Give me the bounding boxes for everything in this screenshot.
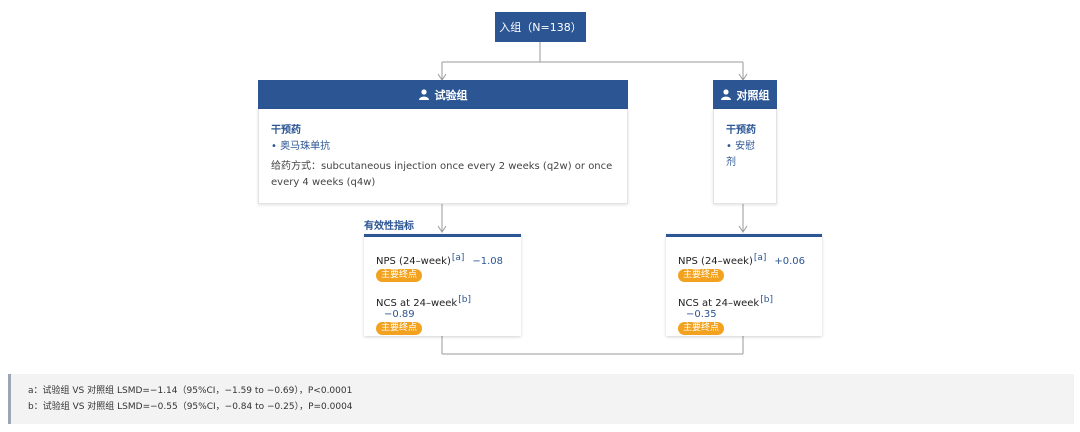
endpoint-ref: [a] — [451, 253, 465, 263]
endpoints-label: 有效性指标 — [364, 221, 414, 232]
footnote-b: b：试验组 VS 对照组 LSMD=−0.55（95%CI，−0.84 to −… — [28, 402, 353, 412]
connector-lines — [437, 42, 748, 355]
endpoint-ref: [a] — [753, 253, 767, 263]
endpoint-row: NPS (24–week)[a] +0.06 主要终点 — [678, 253, 810, 295]
endpoint-value: −0.89 — [384, 309, 415, 320]
endpoint-row: NCS at 24–week[b] −0.89 主要终点 — [376, 295, 509, 337]
primary-endpoint-badge: 主要终点 — [376, 322, 423, 335]
person-icon — [720, 89, 731, 100]
control-endpoints-box: NPS (24–week)[a] +0.06 主要终点 NCS at 24–wee… — [666, 234, 822, 336]
endpoint-ref: [b] — [458, 295, 471, 305]
endpoint-name: NCS at 24–week — [376, 298, 458, 309]
treatment-arm-header: 试验组 — [258, 80, 628, 109]
footnote-a: a：试验组 VS 对照组 LSMD=−1.14（95%CI，−1.59 to −… — [28, 386, 353, 396]
treatment-drug: • 奥马珠单抗 — [271, 141, 331, 152]
treatment-intervention-heading: 干预药 — [271, 125, 301, 136]
endpoint-name: NPS (24–week) — [376, 256, 451, 267]
primary-endpoint-badge: 主要终点 — [678, 269, 725, 282]
endpoint-row: NCS at 24–week[b] −0.35 主要终点 — [678, 295, 810, 337]
enrollment-box: 入组（N=138） — [495, 12, 586, 42]
enrollment-label: 入组（N=138） — [499, 21, 582, 34]
control-arm-body: 干预药 • 安慰剂 — [713, 109, 777, 204]
primary-endpoint-badge: 主要终点 — [678, 322, 725, 335]
treatment-arm-title: 试验组 — [434, 88, 468, 102]
treatment-endpoints-box: NPS (24–week)[a] −1.08 主要终点 NCS at 24–wee… — [364, 234, 521, 336]
treatment-dosing: 给药方式：subcutaneous injection once every 2… — [271, 161, 613, 188]
endpoint-name: NCS at 24–week — [678, 298, 760, 309]
control-drug: • 安慰剂 — [726, 141, 756, 168]
endpoint-value: +0.06 — [774, 256, 806, 267]
primary-endpoint-badge: 主要终点 — [376, 269, 423, 282]
control-intervention-heading: 干预药 — [726, 125, 756, 136]
treatment-arm-body: 干预药 • 奥马珠单抗 给药方式：subcutaneous injection … — [258, 109, 628, 204]
endpoint-value: −1.08 — [472, 256, 504, 267]
control-arm-title: 对照组 — [736, 88, 770, 102]
endpoint-ref: [b] — [760, 295, 773, 305]
control-arm-header: 对照组 — [713, 80, 777, 109]
footnotes: a：试验组 VS 对照组 LSMD=−1.14（95%CI，−1.59 to −… — [8, 374, 1074, 424]
endpoint-value: −0.35 — [686, 309, 717, 320]
person-icon — [418, 89, 429, 100]
endpoint-row: NPS (24–week)[a] −1.08 主要终点 — [376, 253, 509, 295]
endpoint-name: NPS (24–week) — [678, 256, 753, 267]
